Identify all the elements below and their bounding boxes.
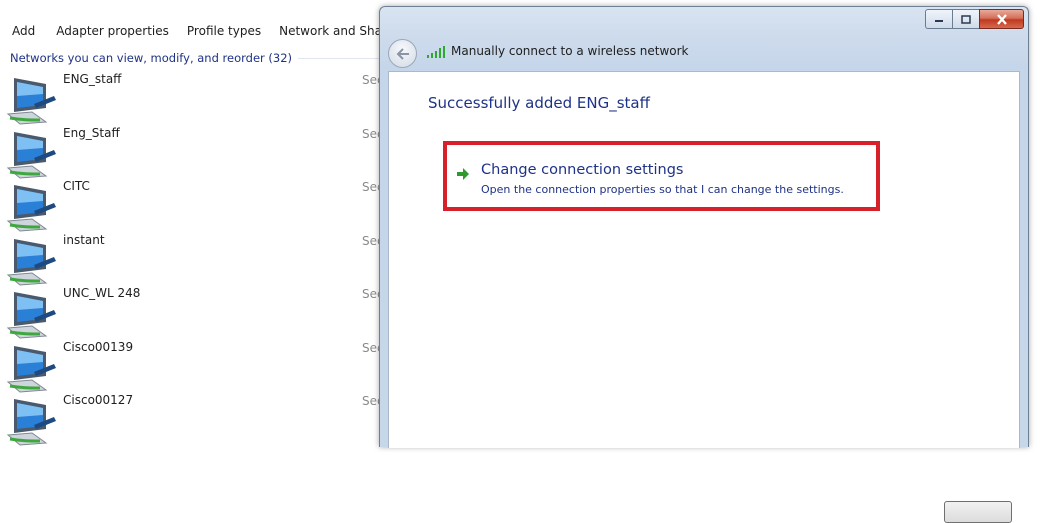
- add-button[interactable]: Add: [0, 21, 47, 41]
- list-item[interactable]: instant Security: [0, 227, 380, 286]
- wireless-network-icon: [6, 345, 56, 393]
- maximize-icon: [961, 14, 971, 24]
- network-name: Eng_Staff: [63, 125, 120, 140]
- wireless-network-icon: [6, 399, 56, 446]
- network-group-header: Networks you can view, modify, and reord…: [10, 50, 380, 66]
- network-security: Security: [362, 287, 380, 301]
- network-name: ENG_staff: [63, 72, 122, 86]
- minimize-button[interactable]: [925, 9, 952, 29]
- list-item[interactable]: UNC_WL 248 Security: [0, 280, 380, 339]
- list-item[interactable]: ENG_staff Security: [0, 66, 380, 125]
- list-item[interactable]: Cisco00127 Security: [0, 387, 380, 446]
- command-link-description: Open the connection properties so that I…: [481, 183, 844, 196]
- list-item[interactable]: Cisco00139 Security: [0, 334, 380, 393]
- list-item[interactable]: CITC Security: [0, 173, 380, 232]
- success-message: Successfully added ENG_staff: [428, 94, 650, 112]
- green-arrow-icon: [457, 168, 469, 180]
- minimize-icon: [935, 20, 943, 22]
- dialog-title: Manually connect to a wireless network: [451, 44, 689, 58]
- wireless-network-icon: [6, 292, 56, 339]
- close-dialog-button[interactable]: [944, 501, 1012, 523]
- manual-connect-dialog: Manually connect to a wireless network S…: [379, 6, 1029, 523]
- network-name: Cisco00127: [63, 393, 134, 407]
- back-arrow-icon: [396, 47, 409, 60]
- network-name: UNC_WL 248: [63, 286, 141, 300]
- change-connection-settings-link[interactable]: Change connection settings Open the conn…: [456, 162, 866, 201]
- profile-types-button[interactable]: Profile types: [178, 21, 270, 41]
- wifi-signal-icon: [427, 46, 445, 58]
- network-security: Security: [362, 180, 380, 194]
- wireless-network-icon: [6, 185, 56, 232]
- wireless-network-icon: [6, 238, 56, 286]
- network-security: Security: [362, 126, 380, 141]
- close-button[interactable]: [979, 9, 1024, 29]
- network-list: ENG_staff Security Eng_Staff Security CI…: [0, 66, 380, 446]
- command-link-title: Change connection settings: [481, 162, 684, 178]
- group-header-divider: [298, 57, 380, 59]
- network-security: Security: [362, 394, 380, 408]
- group-header-label: Networks you can view, modify, and reord…: [10, 51, 293, 65]
- network-security: Security: [362, 340, 380, 355]
- maximize-button[interactable]: [952, 9, 979, 29]
- network-name: CITC: [63, 179, 90, 193]
- network-security: Security: [362, 73, 380, 87]
- adapter-properties-button[interactable]: Adapter properties: [47, 21, 178, 41]
- close-icon: [996, 13, 1007, 25]
- back-button[interactable]: [388, 39, 417, 68]
- dialog-nav-bar: Manually connect to a wireless network: [380, 35, 1028, 71]
- wireless-network-icon: [6, 78, 56, 125]
- caption-buttons: [925, 9, 1024, 29]
- network-name: instant: [63, 232, 105, 247]
- list-item[interactable]: Eng_Staff Security: [0, 120, 380, 179]
- dialog-content: Successfully added ENG_staff Change conn…: [388, 71, 1020, 523]
- network-security: Security: [362, 233, 380, 248]
- network-name: Cisco00139: [63, 339, 134, 354]
- wireless-network-icon: [6, 131, 56, 179]
